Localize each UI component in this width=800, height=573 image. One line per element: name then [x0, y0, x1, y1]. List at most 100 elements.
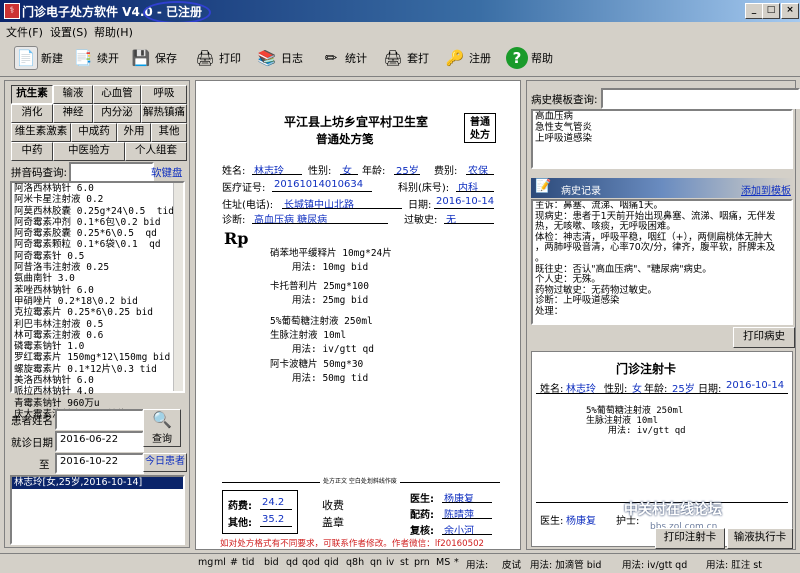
stats-button[interactable]: ✏ 统计 — [320, 45, 367, 71]
category-cardiovascular[interactable]: 心血管 — [93, 85, 141, 104]
title-bar: ⚕ 门诊电子处方软件 V4.0 - 已注册 _ □ × — [0, 0, 800, 24]
other-fee[interactable]: 35.2 — [262, 514, 284, 525]
menu-help[interactable]: 帮助(H) — [94, 24, 133, 40]
date-from-input[interactable]: 2016-06-22 — [55, 431, 144, 452]
drug-list-scrollbar[interactable] — [173, 183, 183, 391]
drug-list-item[interactable]: 氨曲南针 3.0 — [14, 273, 183, 284]
soft-keyboard-link[interactable]: 软键盘 — [151, 165, 183, 180]
quick-insert-item[interactable]: 皮试 — [502, 557, 521, 571]
drug-list-item[interactable]: 螺旋霉素片 0.1*12片\0.3 tid — [14, 364, 183, 375]
category-tcm[interactable]: 中药 — [11, 142, 53, 161]
drug-list-item[interactable]: 阿洛西林钠针 6.0 — [14, 183, 183, 194]
drug-list-item[interactable]: 阿奇霉素颗粒 0.1*6袋\0.1 qd — [14, 239, 183, 250]
rx-date[interactable]: 2016-10-14 — [436, 196, 494, 207]
drug-list-item[interactable]: 磷霉素钠针 1.0 — [14, 341, 183, 352]
log-button[interactable]: 📚 日志 — [256, 45, 303, 71]
maximize-button[interactable]: □ — [762, 3, 780, 19]
save-button[interactable]: 💾 保存 — [130, 45, 177, 71]
quick-insert-item[interactable]: 用法: 肛注 st — [706, 557, 762, 571]
drug-fee[interactable]: 24.2 — [262, 497, 284, 508]
drug-list-item[interactable]: 哌拉西林钠针 4.0 — [14, 386, 183, 397]
category-respiratory[interactable]: 呼吸 — [141, 85, 187, 104]
category-digestive[interactable]: 消化 — [11, 104, 53, 123]
template-item[interactable]: 上呼吸道感染 — [535, 133, 791, 144]
menu-settings[interactable]: 设置(S) — [50, 24, 88, 40]
drug-list-item[interactable]: 阿奇霉素胶囊 0.25*6\0.5 qd — [14, 228, 183, 239]
template-item[interactable]: 高血压病 — [535, 111, 791, 122]
register-button[interactable]: 🔑 注册 — [444, 45, 491, 71]
category-personal-sets[interactable]: 个人组套 — [125, 142, 187, 161]
quick-insert-item[interactable]: mg — [198, 557, 213, 568]
rx-item-1[interactable]: 硝苯地平缓释片 10mg*24片 用法: 10mg bid — [270, 245, 392, 273]
drug-list-item[interactable]: 甲硝唑片 0.2*18\0.2 bid — [14, 296, 183, 307]
quick-insert-item[interactable]: iv — [386, 557, 394, 568]
category-endocrine[interactable]: 内分泌 — [93, 104, 141, 123]
drug-list-item[interactable]: 青霉素钠针 960万u — [14, 398, 183, 409]
patient-name-input[interactable] — [55, 409, 144, 430]
medical-record-text[interactable]: 主诉：鼻塞、流涕、咽痛1天。 现病史：患者于1天前开始出现鼻塞、流涕、咽痛，无伴发… — [531, 199, 793, 325]
quick-insert-item[interactable]: tid — [242, 557, 254, 568]
drug-list-item[interactable]: 罗红霉素片 150mg*12\150mg bid — [14, 352, 183, 363]
drug-list-item[interactable]: 苯唑西林钠针 6.0 — [14, 285, 183, 296]
quick-insert-item[interactable]: MS — [436, 557, 450, 568]
quick-insert-item[interactable]: 用法: — [466, 557, 488, 571]
quick-insert-item[interactable]: qid — [324, 557, 339, 568]
drug-list-item[interactable]: 阿米卡星注射液 0.2 — [14, 194, 183, 205]
category-external[interactable]: 外用 — [117, 123, 151, 142]
quick-insert-item[interactable]: qod — [302, 557, 320, 568]
quick-insert-item[interactable]: ml — [214, 557, 226, 568]
patient-history-list[interactable]: 林志玲[女,25岁,2016-10-14] — [10, 475, 185, 545]
pinyin-search-input[interactable] — [69, 162, 154, 183]
menu-file[interactable]: 文件(F) — [6, 24, 43, 40]
continue-button[interactable]: 📑 续开 — [72, 45, 119, 71]
drug-list-item[interactable]: 阿莫西林胶囊 0.25g*24\0.5 tid — [14, 206, 183, 217]
category-other[interactable]: 其他 — [151, 123, 187, 142]
drug-list-item[interactable]: 林可霉素注射液 0.6 — [14, 330, 183, 341]
print-injection-card-button[interactable]: 打印注射卡 — [655, 528, 725, 549]
template-item[interactable]: 急性支气管炎 — [535, 122, 791, 133]
drug-list-item[interactable]: 美洛西林钠针 6.0 — [14, 375, 183, 386]
drug-list-item[interactable]: 阿昔洛韦注射液 0.25 — [14, 262, 183, 273]
close-button[interactable]: × — [781, 3, 799, 19]
category-antipyretic[interactable]: 解热镇痛 — [141, 104, 187, 123]
help-button[interactable]: ? 帮助 — [506, 45, 553, 71]
category-vitamins[interactable]: 维生素激素 — [11, 123, 71, 142]
print-infusion-card-button[interactable]: 输液执行卡 — [727, 528, 793, 549]
add-to-template-link[interactable]: 添加到模板 — [741, 182, 791, 197]
template-list[interactable]: 高血压病 急性支气管炎 上呼吸道感染 — [531, 109, 793, 169]
category-patent-medicine[interactable]: 中成药 — [71, 123, 117, 142]
rx-item-3[interactable]: 5%葡萄糖注射液 250ml 生脉注射液 10ml 用法: iv/gtt qd — [270, 313, 374, 355]
history-item[interactable]: 林志玲[女,25岁,2016-10-14] — [12, 477, 183, 489]
drug-list-item[interactable]: 利巴韦林注射液 0.5 — [14, 319, 183, 330]
print-button[interactable]: 🖨 打印 — [194, 45, 241, 71]
minimize-button[interactable]: _ — [745, 3, 763, 19]
query-button[interactable]: 🔍 查询 — [143, 409, 181, 447]
quick-insert-item[interactable]: qn — [370, 557, 382, 568]
medical-card-number[interactable]: 20161014010634 — [274, 179, 363, 190]
quick-insert-item[interactable]: bid — [264, 557, 279, 568]
quick-insert-item[interactable]: prn — [414, 557, 430, 568]
today-patients-button[interactable]: 今日患者 — [143, 453, 187, 472]
category-antibiotics[interactable]: 抗生素 — [11, 85, 53, 104]
drug-list-item[interactable]: 克拉霉素片 0.25*6\0.25 bid — [14, 307, 183, 318]
category-infusion[interactable]: 输液 — [53, 85, 93, 104]
drug-list[interactable]: 阿洛西林钠针 6.0 阿米卡星注射液 0.2 阿莫西林胶囊 0.25g*24\0.5… — [10, 181, 185, 420]
template-query-input[interactable] — [601, 88, 800, 109]
rx-item-2[interactable]: 卡托普利片 25mg*100 用法: 25mg bid — [270, 278, 369, 306]
quick-insert-item[interactable]: 用法: 加滴管 bid — [530, 557, 601, 571]
quick-insert-item[interactable]: # — [230, 557, 238, 568]
quick-insert-item[interactable]: 用法: iv/gtt qd — [622, 557, 687, 571]
date-to-input[interactable]: 2016-10-22 — [55, 453, 144, 474]
quick-insert-item[interactable]: * — [454, 557, 459, 568]
category-neuro[interactable]: 神经 — [53, 104, 93, 123]
drug-list-item[interactable]: 阿奇霉素冲剂 0.1*6包\0.2 bid — [14, 217, 183, 228]
quick-insert-item[interactable]: qd — [286, 557, 298, 568]
new-button[interactable]: 📄 新建 — [14, 45, 63, 71]
rx-item-4[interactable]: 阿卡波糖片 50mg*30 用法: 50mg tid — [270, 356, 368, 384]
quick-insert-item[interactable]: q8h — [346, 557, 364, 568]
quick-insert-item[interactable]: st — [400, 557, 409, 568]
category-tcm-recipes[interactable]: 中医验方 — [53, 142, 125, 161]
print-history-button[interactable]: 打印病史 — [733, 327, 795, 348]
template-print-button[interactable]: 🖨 套打 — [382, 45, 429, 71]
drug-list-item[interactable]: 阿奇霉素针 0.5 — [14, 251, 183, 262]
